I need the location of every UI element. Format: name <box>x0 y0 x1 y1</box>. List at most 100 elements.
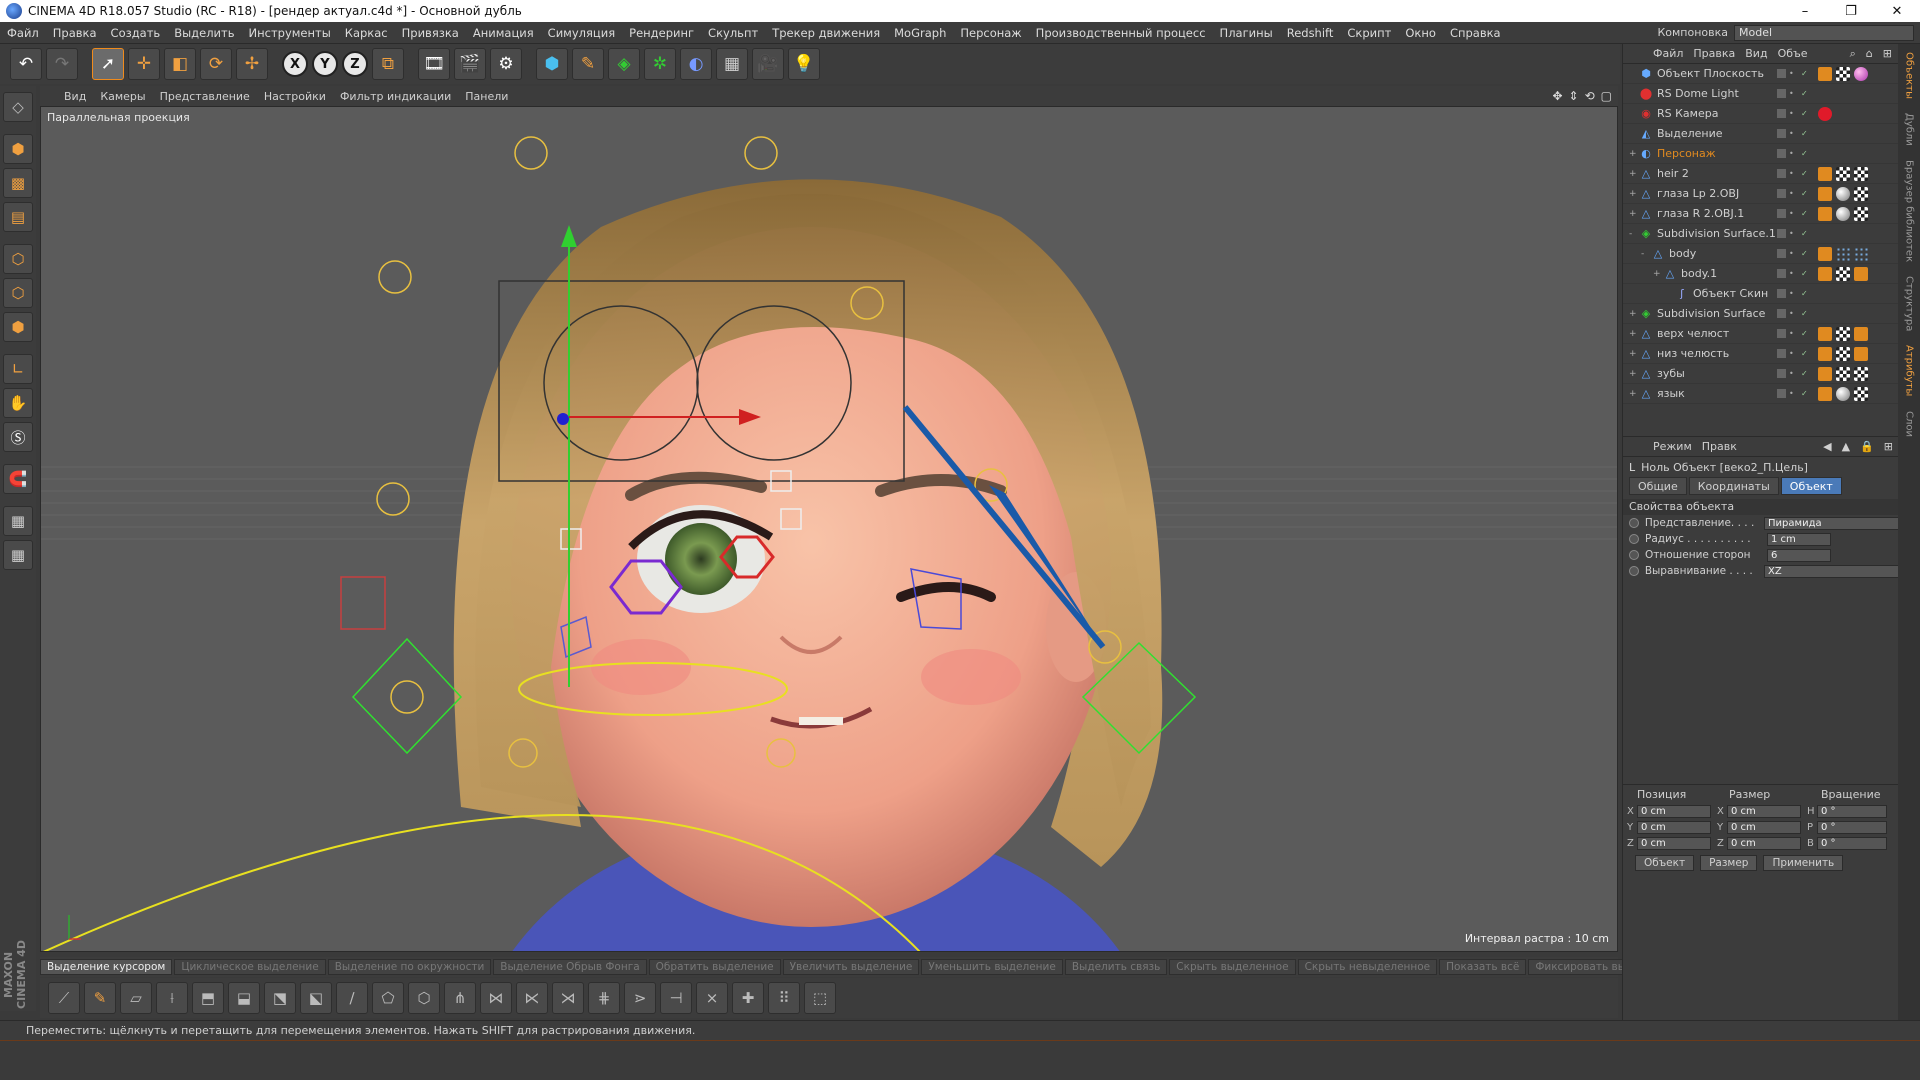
visibility-dot-icon[interactable]: • <box>1789 189 1798 198</box>
enable-check-icon[interactable]: ✓ <box>1801 129 1810 138</box>
object-row[interactable]: + △ heir 2 • ✓ <box>1623 164 1899 184</box>
invert-selection-button[interactable]: Обратить выделение <box>648 959 781 975</box>
deformer-icon[interactable]: ◐ <box>680 48 712 80</box>
tab-layers[interactable]: Слои <box>1904 411 1915 437</box>
objects-menu-file[interactable]: Файл <box>1653 47 1683 60</box>
visibility-dot-icon[interactable]: • <box>1789 349 1798 358</box>
material-tag-icon[interactable] <box>1836 326 1850 341</box>
light-icon[interactable]: 💡 <box>788 48 820 80</box>
object-name[interactable]: Объект Плоскость <box>1657 67 1777 80</box>
enable-check-icon[interactable]: ✓ <box>1801 149 1810 158</box>
material-tag-icon[interactable] <box>1818 206 1832 221</box>
unhide-all-button[interactable]: Показать всё <box>1439 959 1527 975</box>
enable-check-icon[interactable]: ✓ <box>1801 349 1810 358</box>
visibility-flags[interactable]: • ✓ <box>1777 109 1810 118</box>
toggle-view-icon[interactable]: ▢ <box>1601 89 1612 103</box>
menu-edit[interactable]: Правка <box>46 26 104 40</box>
object-name[interactable]: Выделение <box>1657 127 1777 140</box>
apply-button[interactable]: Применить <box>1763 855 1844 871</box>
object-row[interactable]: ⬢ Объект Плоскость • ✓ <box>1623 64 1899 84</box>
enable-check-icon[interactable]: ✓ <box>1801 209 1810 218</box>
expand-toggle-icon[interactable]: + <box>1629 389 1639 399</box>
menu-mesh[interactable]: Каркас <box>338 26 395 40</box>
extrude-inner-tool-icon[interactable]: ⬓ <box>228 982 260 1014</box>
brush-tool-icon[interactable]: ✎ <box>84 982 116 1014</box>
orbit-icon[interactable]: ⟲ <box>1585 89 1595 103</box>
visibility-dot-icon[interactable]: • <box>1789 269 1798 278</box>
visibility-flags[interactable]: • ✓ <box>1777 169 1810 178</box>
object-row[interactable]: + △ глаза Lp 2.OBJ • ✓ <box>1623 184 1899 204</box>
visibility-flags[interactable]: • ✓ <box>1777 149 1810 158</box>
enable-check-icon[interactable]: ✓ <box>1801 89 1810 98</box>
material-tag-icon[interactable] <box>1836 386 1850 401</box>
visibility-flags[interactable]: • ✓ <box>1777 289 1810 298</box>
tab-basic[interactable]: Общие <box>1629 477 1687 495</box>
visibility-flags[interactable]: • ✓ <box>1777 209 1810 218</box>
visibility-dot-icon[interactable]: • <box>1789 69 1798 78</box>
dolly-icon[interactable]: ⇕ <box>1569 89 1579 103</box>
material-tag-icon[interactable] <box>1818 166 1832 181</box>
prop-radius-field[interactable]: 1 cm <box>1767 532 1831 546</box>
object-name[interactable]: низ челюсть <box>1657 347 1777 360</box>
layer-icon[interactable] <box>1777 269 1786 278</box>
camera-icon[interactable]: 🎥 <box>752 48 784 80</box>
mirror-tool-icon[interactable]: ⊣ <box>660 982 692 1014</box>
material-tag-icon[interactable] <box>1854 386 1868 401</box>
edges-mode-icon[interactable]: ⬡ <box>3 278 33 308</box>
menu-character[interactable]: Персонаж <box>953 26 1028 40</box>
enable-check-icon[interactable]: ✓ <box>1801 389 1810 398</box>
menu-file[interactable]: Файл <box>0 26 46 40</box>
cube-primitive-icon[interactable]: ⬢ <box>536 48 568 80</box>
material-tag-icon[interactable] <box>1818 186 1832 201</box>
material-tag-icon[interactable] <box>1854 346 1868 361</box>
enable-check-icon[interactable]: ✓ <box>1801 109 1810 118</box>
layer-icon[interactable] <box>1777 129 1786 138</box>
visibility-flags[interactable]: • ✓ <box>1777 309 1810 318</box>
material-tag-icon[interactable] <box>1854 366 1868 381</box>
layer-icon[interactable] <box>1777 349 1786 358</box>
add-point-icon[interactable]: ✚ <box>732 982 764 1014</box>
visibility-dot-icon[interactable]: • <box>1789 129 1798 138</box>
menu-animate[interactable]: Анимация <box>466 26 541 40</box>
expand-toggle-icon[interactable]: + <box>1629 309 1639 319</box>
viewport-menu-display[interactable]: Представление <box>160 90 250 103</box>
visibility-flags[interactable]: • ✓ <box>1777 349 1810 358</box>
tweak-mode-icon[interactable]: ✋ <box>3 388 33 418</box>
bridge-tool-icon[interactable]: ⬕ <box>300 982 332 1014</box>
minimize-icon[interactable]: – <box>1782 4 1828 19</box>
size-z-field[interactable]: 0 cm <box>1727 836 1801 850</box>
tab-coordinates[interactable]: Координаты <box>1688 477 1779 495</box>
expand-toggle-icon[interactable]: + <box>1653 269 1663 279</box>
coord-mode-dropdown[interactable]: Объект <box>1635 855 1695 871</box>
menu-script[interactable]: Скрипт <box>1340 26 1398 40</box>
viewport-menu-view[interactable]: Вид <box>64 90 86 103</box>
visibility-dot-icon[interactable]: • <box>1789 389 1798 398</box>
visibility-dot-icon[interactable]: • <box>1789 229 1798 238</box>
material-tag-icon[interactable] <box>1854 66 1868 81</box>
material-tag-icon[interactable] <box>1818 66 1832 81</box>
subdivision-surface-icon[interactable]: ◈ <box>608 48 640 80</box>
workplane-mode-icon[interactable]: ▤ <box>3 202 33 232</box>
z-axis-lock-icon[interactable]: Z <box>342 51 368 77</box>
move-tool-icon[interactable]: ✛ <box>128 48 160 80</box>
material-tag-icon[interactable] <box>1836 206 1850 221</box>
visibility-flags[interactable]: • ✓ <box>1777 369 1810 378</box>
menu-create[interactable]: Создать <box>104 26 168 40</box>
enable-check-icon[interactable]: ✓ <box>1801 169 1810 178</box>
object-name[interactable]: зубы <box>1657 367 1777 380</box>
dissolve-tool-icon[interactable]: ⨯ <box>696 982 728 1014</box>
layer-icon[interactable] <box>1777 369 1786 378</box>
new-panel-icon[interactable]: ⊞ <box>1884 440 1899 453</box>
visibility-flags[interactable]: • ✓ <box>1777 129 1810 138</box>
object-row[interactable]: + △ зубы • ✓ <box>1623 364 1899 384</box>
layer-icon[interactable] <box>1777 249 1786 258</box>
prop-display-radio[interactable] <box>1629 518 1639 528</box>
tab-attributes[interactable]: Атрибуты <box>1904 345 1915 396</box>
menu-help[interactable]: Справка <box>1443 26 1508 40</box>
material-tag-icon[interactable] <box>1818 366 1832 381</box>
object-row[interactable]: - ◈ Subdivision Surface.1 • ✓ <box>1623 224 1899 244</box>
material-tag-icon[interactable] <box>1854 166 1868 181</box>
tab-object[interactable]: Объект <box>1780 477 1842 495</box>
objects-menu-view[interactable]: Вид <box>1745 47 1767 60</box>
prop-aspect-radio[interactable] <box>1629 550 1639 560</box>
